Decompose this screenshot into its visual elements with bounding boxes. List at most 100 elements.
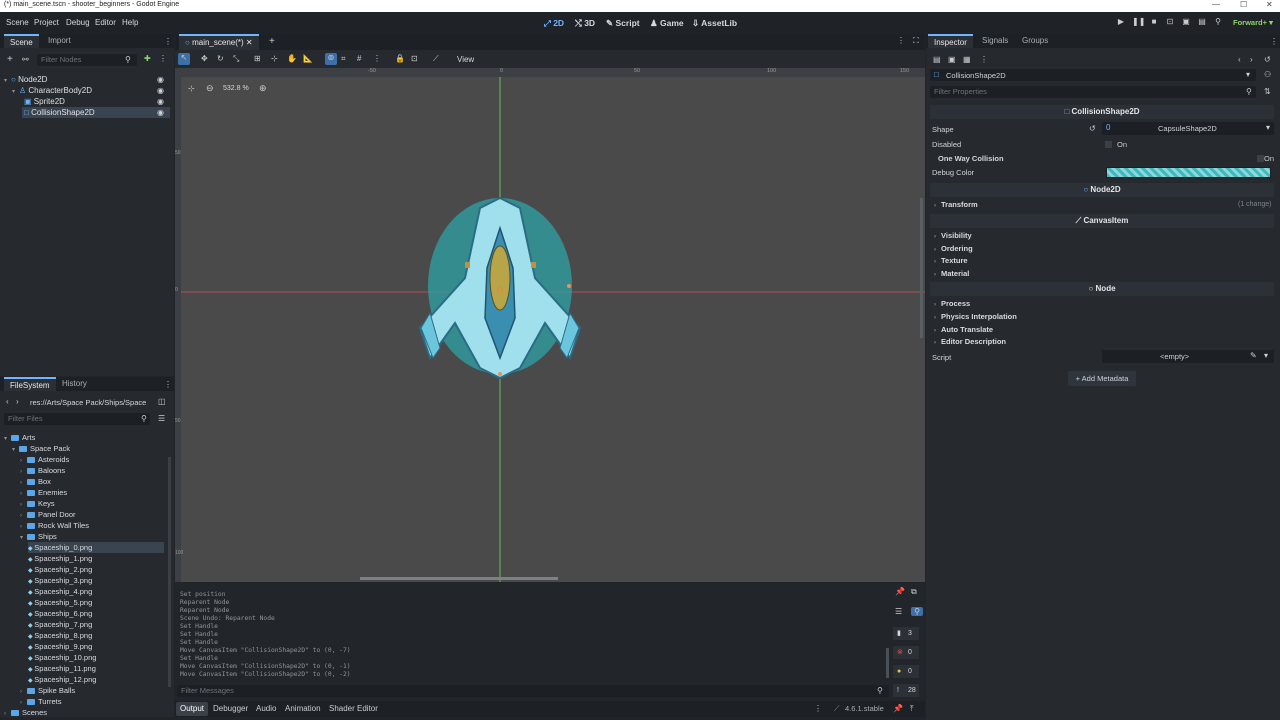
visibility-eye-icon[interactable]: ◉: [157, 85, 164, 96]
group-visibility[interactable]: › Visibility: [934, 231, 972, 240]
folder-item[interactable]: › Turrets: [20, 696, 164, 707]
menu-debug[interactable]: Debug: [66, 18, 90, 27]
scale-mode-icon[interactable]: ⤡: [233, 54, 239, 64]
remote-debug-icon[interactable]: ⊡: [1165, 17, 1175, 27]
copy-icon[interactable]: ⧉: [911, 587, 917, 597]
chevron-down-icon[interactable]: ▾: [20, 533, 27, 544]
file-item[interactable]: ◆ Spaceship_1.png: [28, 553, 164, 564]
play-scene-icon[interactable]: ▣: [1181, 17, 1191, 27]
folder-item[interactable]: › Box: [20, 476, 164, 487]
viewport-2d[interactable]: -50 0 50 100 150 50 0 50 100 ⊹ ⊖ 532.8 %…: [175, 68, 925, 582]
add-node-icon[interactable]: +: [7, 54, 13, 65]
menu-project[interactable]: Project: [34, 18, 59, 27]
attach-script-icon[interactable]: ✚: [144, 54, 151, 63]
link-icon[interactable]: ⚯: [22, 55, 29, 64]
folder-item[interactable]: › Enemies: [20, 487, 164, 498]
distraction-free-icon[interactable]: ⛶: [913, 36, 919, 46]
folder-item[interactable]: › Spike Balls: [20, 685, 164, 696]
main-assetlib-button[interactable]: ⇩ AssetLib: [692, 18, 737, 29]
script-picker[interactable]: <empty> ✎ ▾: [1102, 350, 1274, 363]
folder-item[interactable]: ▾ Arts: [4, 432, 164, 443]
dock-menu-icon[interactable]: ⋮: [1270, 37, 1278, 46]
main-game-button[interactable]: ♟ Game: [650, 18, 684, 29]
bottom-tab-output[interactable]: Output: [180, 704, 204, 713]
grid-icon[interactable]: #: [357, 54, 361, 63]
file-item[interactable]: ◆ Spaceship_4.png: [28, 586, 164, 597]
view-menu[interactable]: View: [457, 55, 474, 64]
filter-messages-input[interactable]: Filter Messages: [177, 685, 889, 697]
tab-history[interactable]: History: [56, 377, 93, 391]
shape-resource-picker[interactable]: 0 CapsuleShape2D ▾: [1102, 122, 1274, 135]
folder-item[interactable]: › Scenes: [4, 707, 164, 718]
pin-icon[interactable]: 📌: [895, 587, 905, 596]
split-view-icon[interactable]: ◫: [158, 397, 166, 406]
group-auto-translate[interactable]: › Auto Translate: [934, 325, 993, 334]
file-item[interactable]: ◆ Spaceship_10.png: [28, 652, 164, 663]
folder-item[interactable]: › Keys: [20, 498, 164, 509]
settings-menu-icon[interactable]: ⋮: [814, 704, 822, 713]
pin-panel-icon[interactable]: 📌: [893, 704, 903, 713]
folder-item[interactable]: › Asteroids: [20, 454, 164, 465]
file-item[interactable]: ◆ Spaceship_8.png: [28, 630, 164, 641]
visibility-eye-icon[interactable]: ◉: [157, 74, 164, 85]
pause-icon[interactable]: ❚❚: [1132, 17, 1145, 27]
play-custom-icon[interactable]: ▤: [1197, 17, 1207, 27]
scene-menu-icon[interactable]: ⋮: [159, 54, 167, 63]
menu-editor[interactable]: Editor: [95, 18, 116, 27]
tab-scene[interactable]: Scene: [4, 34, 39, 48]
file-item[interactable]: ◆ Spaceship_12.png: [28, 674, 164, 685]
path-field[interactable]: res://Arts/Space Pack/Ships/Space: [30, 398, 146, 407]
tab-signals[interactable]: Signals: [976, 34, 1014, 48]
group-texture[interactable]: › Texture: [934, 256, 968, 265]
file-item[interactable]: ◆ Spaceship_2.png: [28, 564, 164, 575]
error-count-badge[interactable]: ⊗ 0: [893, 646, 919, 659]
tab-inspector[interactable]: Inspector: [928, 34, 973, 48]
play-icon[interactable]: ▶: [1116, 17, 1126, 27]
pan-icon[interactable]: ✋: [287, 54, 297, 63]
close-tab-icon[interactable]: ✕: [246, 38, 253, 47]
visibility-eye-icon[interactable]: ◉: [157, 96, 164, 107]
move-mode-icon[interactable]: ✥: [201, 54, 208, 63]
main-2d-button[interactable]: ⤢ 2D: [544, 18, 564, 29]
scene-tab-main[interactable]: ○ main_scene(*) ✕: [179, 34, 259, 50]
dock-menu-icon[interactable]: ⋮: [164, 380, 172, 389]
group-ordering[interactable]: › Ordering: [934, 244, 973, 253]
file-item[interactable]: ◆ Spaceship_6.png: [28, 608, 164, 619]
dock-menu-icon[interactable]: ⋮: [164, 37, 172, 46]
scene-menu-icon[interactable]: ⋮: [897, 36, 905, 45]
ruler-icon[interactable]: 📐: [303, 54, 313, 63]
log-count-badge[interactable]: ▮ 3: [893, 627, 919, 640]
version-label[interactable]: 4.6.1.stable: [845, 704, 884, 713]
bottom-tab-animation[interactable]: Animation: [285, 704, 321, 713]
file-item[interactable]: ◆ Spaceship_9.png: [28, 641, 164, 652]
tree-node-sprite2d[interactable]: ▣ Sprite2D ◉: [4, 96, 170, 107]
bottom-tab-shader-editor[interactable]: Shader Editor: [329, 704, 378, 713]
folder-item[interactable]: ▾ Ships: [20, 531, 164, 542]
bone-icon[interactable]: ⟋: [433, 54, 439, 64]
section-collisionshape2d[interactable]: □ CollisionShape2D: [930, 105, 1274, 119]
maximize-icon[interactable]: ☐: [1240, 0, 1247, 9]
section-canvasitem[interactable]: ⟋ CanvasItem: [930, 214, 1274, 228]
filter-files-input[interactable]: Filter Files: [4, 413, 150, 425]
folder-item[interactable]: › Rock Wall Tiles: [20, 520, 164, 531]
property-sort-icon[interactable]: ⇅: [1264, 87, 1271, 96]
folder-item[interactable]: › Baloons: [20, 465, 164, 476]
pivot-icon[interactable]: ⊹: [271, 54, 278, 63]
group-editor-description[interactable]: › Editor Description: [934, 337, 1006, 346]
sort-icon[interactable]: ☰: [158, 414, 165, 423]
open-resource-icon[interactable]: ▣: [948, 55, 956, 64]
renderer-select[interactable]: Forward+ ▾: [1233, 18, 1273, 27]
filter-search-icon[interactable]: ⚲: [911, 607, 923, 616]
group-physics-interpolation[interactable]: › Physics Interpolation: [934, 312, 1017, 321]
file-item[interactable]: ◆ Spaceship_5.png: [28, 597, 164, 608]
forward-icon[interactable]: ›: [16, 397, 19, 406]
tree-node-characterbody2d[interactable]: ▾ ♙ CharacterBody2D ◉: [4, 85, 170, 96]
filter-nodes-input[interactable]: Filter Nodes: [37, 54, 137, 66]
visibility-eye-icon[interactable]: ◉: [157, 107, 164, 118]
group-transform[interactable]: › Transform: [934, 200, 978, 209]
scrollbar[interactable]: [168, 457, 171, 687]
filter-properties-input[interactable]: Filter Properties: [930, 86, 1256, 98]
debug-color-swatch[interactable]: [1106, 167, 1271, 178]
section-node[interactable]: ○ Node: [930, 282, 1274, 296]
select-mode-icon[interactable]: ↖: [178, 53, 190, 65]
